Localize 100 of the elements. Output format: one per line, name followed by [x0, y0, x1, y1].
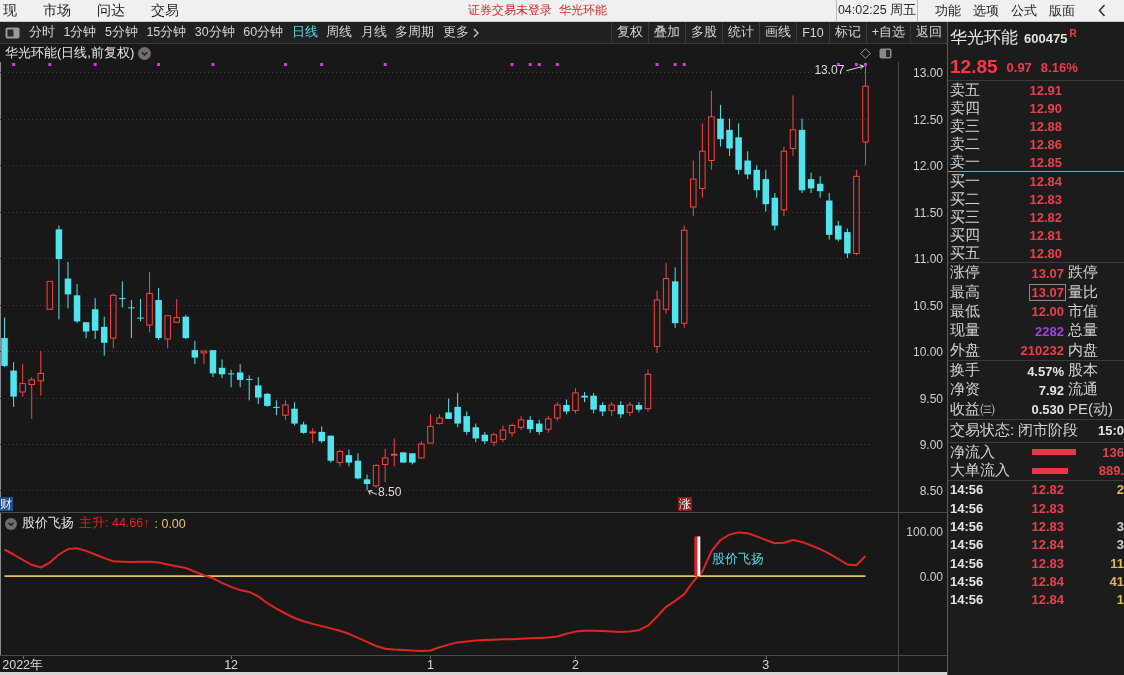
- period-tab[interactable]: 15分钟: [146, 24, 187, 41]
- toolbar-button[interactable]: 叠加: [648, 22, 686, 43]
- sidebar-toggle-icon[interactable]: [5, 26, 20, 39]
- order-price: 12.86: [1028, 136, 1063, 153]
- menu-item[interactable]: 版面: [1049, 1, 1075, 20]
- toolbar-button[interactable]: F10: [796, 22, 829, 43]
- period-tab[interactable]: 周线: [326, 24, 353, 41]
- chevron-down-icon[interactable]: [138, 46, 152, 60]
- price-label: 8.50: [378, 485, 402, 497]
- stat-label: 涨停: [950, 263, 980, 283]
- stat-value: 4.57%: [1026, 362, 1065, 380]
- trade-price: 12.83: [1030, 519, 1064, 535]
- axis-label: 10.00: [912, 344, 943, 359]
- order-level-label: 买五: [950, 243, 980, 263]
- order-level-label: 买四: [950, 225, 980, 245]
- menu-item[interactable]: 功能: [935, 1, 961, 20]
- more-button[interactable]: 更多: [442, 24, 479, 41]
- order-level-label: 卖二: [950, 134, 980, 154]
- stat-value: 2282: [1034, 322, 1065, 340]
- panel-toggle-icon[interactable]: [879, 47, 892, 59]
- order-level-label: 买一: [950, 171, 980, 191]
- order-level-label: 卖四: [950, 98, 980, 118]
- candlestick: [835, 220, 842, 242]
- order-price: 12.91: [1028, 82, 1063, 99]
- indicator-name: 股价飞扬: [22, 515, 74, 532]
- order-price: 12.82: [1028, 209, 1063, 226]
- stat-value: 12.00: [1030, 303, 1065, 321]
- period-tab[interactable]: 日线: [291, 24, 318, 41]
- period-tab[interactable]: 分时: [29, 24, 55, 41]
- stat-label: 跌停: [1068, 263, 1099, 283]
- order-price: 12.90: [1028, 100, 1063, 117]
- candlestick: [318, 425, 325, 444]
- flow-value: 136: [1101, 444, 1124, 460]
- trade-price: 12.84: [1030, 592, 1064, 608]
- signal-marker: [694, 536, 701, 577]
- trade-time: 14:56: [950, 482, 985, 498]
- order-price: 12.83: [1028, 191, 1063, 208]
- trade-time: 14:56: [950, 592, 985, 608]
- candlestick: [155, 287, 162, 341]
- period-tab[interactable]: 1分钟: [63, 24, 97, 41]
- chevron-right-icon: [472, 27, 479, 38]
- axis-label: 10.50: [912, 298, 943, 313]
- candlestick: [10, 361, 17, 408]
- menu-item[interactable]: 现: [3, 1, 17, 20]
- axis-label: 2022年: [2, 658, 44, 672]
- stat-label: 流通: [1068, 380, 1099, 400]
- stat-value: 0.530: [1030, 401, 1065, 419]
- period-tab[interactable]: 60分钟: [243, 24, 284, 41]
- menu-item[interactable]: 问达: [97, 1, 125, 20]
- diamond-icon[interactable]: [860, 47, 871, 59]
- stock-code: 600475: [1024, 30, 1068, 46]
- trading-status: 交易状态: 闭市阶段: [950, 421, 1079, 441]
- stat-label: 最高: [950, 282, 980, 302]
- event-tag: 涨: [678, 497, 692, 511]
- order-price: 12.85: [1028, 154, 1063, 171]
- order-price: 12.84: [1028, 173, 1063, 190]
- menu-item[interactable]: 公式: [1011, 1, 1037, 20]
- pointer-arrow: [845, 64, 864, 72]
- order-level-label: 买三: [950, 207, 980, 227]
- trade-time: 14:56: [950, 555, 985, 571]
- axis-label: 12.00: [912, 158, 943, 173]
- chevron-down-icon[interactable]: [5, 517, 17, 530]
- trade-volume: 1: [1115, 592, 1124, 608]
- axis-label: 13.00: [912, 65, 943, 80]
- toolbar-button[interactable]: 多股: [685, 22, 723, 43]
- period-tab[interactable]: 30分钟: [194, 24, 235, 41]
- flow-label: 大单流入: [950, 461, 1011, 481]
- trade-volume: 2: [1115, 482, 1124, 498]
- status-time: 15:0: [1097, 423, 1124, 439]
- stat-label: 股本: [1068, 361, 1099, 381]
- stat-value: 210232: [1019, 342, 1065, 360]
- legend-value: : 0.00: [154, 516, 186, 531]
- trade-volume: 3: [1115, 519, 1124, 535]
- toolbar-button[interactable]: +自选: [865, 22, 910, 43]
- menu-item[interactable]: 交易: [151, 1, 179, 20]
- order-price: 12.80: [1028, 245, 1063, 262]
- event-tag: 财: [0, 497, 13, 511]
- period-tab[interactable]: 月线: [360, 24, 387, 41]
- period-tab[interactable]: 多周期: [395, 24, 435, 41]
- chevron-left-icon[interactable]: [1098, 4, 1106, 17]
- stat-label: 市值: [1068, 301, 1099, 321]
- trade-price: 12.84: [1030, 573, 1064, 589]
- menu-item[interactable]: 选项: [973, 1, 999, 20]
- order-price: 12.81: [1028, 227, 1063, 244]
- stock-name: 华光环能: [559, 2, 607, 19]
- axis-label: 1: [427, 658, 434, 672]
- last-price: 12.85: [950, 56, 998, 78]
- axis-label: 8.50: [919, 483, 943, 497]
- order-level-label: 买二: [950, 189, 980, 209]
- toolbar-button[interactable]: 画线: [759, 22, 797, 43]
- menu-item[interactable]: 市场: [43, 1, 71, 20]
- trade-volume: 41: [1108, 573, 1124, 589]
- toolbar-button[interactable]: 标记: [828, 22, 866, 43]
- toolbar-button[interactable]: 统计: [722, 22, 760, 43]
- axis-label: 12.50: [912, 112, 943, 127]
- trade-time: 14:56: [950, 500, 985, 516]
- flow-label: 净流入: [950, 442, 996, 462]
- period-tab[interactable]: 5分钟: [104, 24, 138, 41]
- toolbar-button[interactable]: 复权: [611, 22, 649, 43]
- trade-price: 12.83: [1030, 555, 1064, 571]
